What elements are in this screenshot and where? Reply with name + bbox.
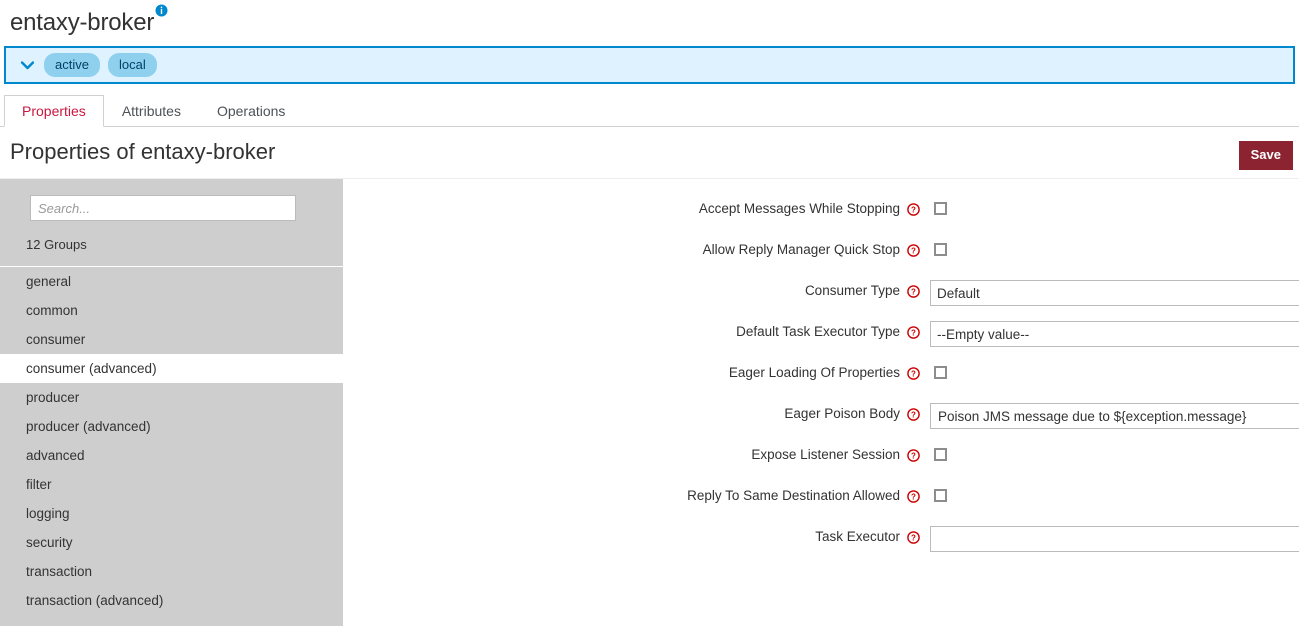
help-circle-icon[interactable]: ? [907, 203, 920, 216]
group-sidebar: 12 Groups general common consumer consum… [0, 179, 343, 626]
sidebar-item-consumer-advanced[interactable]: consumer (advanced) [0, 354, 343, 383]
sidebar-item-transaction[interactable]: transaction [0, 557, 343, 586]
sidebar-item-transaction-advanced[interactable]: transaction (advanced) [0, 586, 343, 615]
help-circle-icon[interactable]: ? [907, 244, 920, 257]
field-control [930, 441, 947, 461]
field-label: Default Task Executor Type [736, 324, 900, 340]
form-row: Eager Poison Body ? [343, 400, 1299, 430]
field-label-wrap: Default Task Executor Type ? [343, 318, 930, 340]
section-header: Properties of entaxy-broker Save [0, 127, 1299, 179]
form-row: Default Task Executor Type ? --Empty val… [343, 318, 1299, 348]
svg-text:?: ? [911, 205, 916, 214]
help-circle-icon[interactable]: ? [907, 326, 920, 339]
field-label-wrap: Reply To Same Destination Allowed ? [343, 482, 930, 504]
field-control [930, 195, 947, 215]
checkbox-reply-to-same-destination-allowed[interactable] [934, 489, 947, 502]
sidebar-item-advanced[interactable]: advanced [0, 441, 343, 470]
checkbox-accept-messages-while-stopping[interactable] [934, 202, 947, 215]
page-header: entaxy-broker [0, 0, 1299, 40]
field-label-wrap: Expose Listener Session ? [343, 441, 930, 463]
sidebar-item-logging[interactable]: logging [0, 499, 343, 528]
field-label: Eager Loading Of Properties [729, 365, 900, 381]
info-circle-icon[interactable] [155, 4, 168, 17]
field-control [930, 523, 1299, 552]
field-label-wrap: Allow Reply Manager Quick Stop ? [343, 236, 930, 258]
sidebar-item-general[interactable]: general [0, 267, 343, 296]
sidebar-item-producer-advanced[interactable]: producer (advanced) [0, 412, 343, 441]
sidebar-item-consumer[interactable]: consumer [0, 325, 343, 354]
svg-text:?: ? [911, 410, 916, 419]
field-label-wrap: Eager Poison Body ? [343, 400, 930, 422]
svg-text:?: ? [911, 287, 916, 296]
section-title: Properties of entaxy-broker [10, 139, 275, 165]
checkbox-allow-reply-manager-quick-stop[interactable] [934, 243, 947, 256]
sidebar-search-area [0, 179, 343, 221]
form-row: Accept Messages While Stopping ? [343, 195, 1299, 225]
svg-text:?: ? [911, 246, 916, 255]
select-default-task-executor-type[interactable]: --Empty value-- [930, 321, 1299, 347]
chevron-down-icon[interactable] [20, 58, 34, 72]
page-title: entaxy-broker [10, 10, 154, 36]
sidebar-item-producer[interactable]: producer [0, 383, 343, 412]
field-control: --Empty value-- [930, 318, 1299, 347]
checkbox-eager-loading-of-properties[interactable] [934, 366, 947, 379]
svg-text:?: ? [911, 451, 916, 460]
help-circle-icon[interactable]: ? [907, 285, 920, 298]
field-control [930, 400, 1299, 429]
sidebar-item-security[interactable]: security [0, 528, 343, 557]
field-label-wrap: Accept Messages While Stopping ? [343, 195, 930, 217]
save-button[interactable]: Save [1239, 141, 1293, 170]
svg-text:?: ? [911, 369, 916, 378]
tab-attributes[interactable]: Attributes [104, 95, 199, 127]
input-task-executor[interactable] [930, 526, 1299, 552]
help-circle-icon[interactable]: ? [907, 449, 920, 462]
field-label: Reply To Same Destination Allowed [687, 488, 900, 504]
sidebar-item-filter[interactable]: filter [0, 470, 343, 499]
help-circle-icon[interactable]: ? [907, 408, 920, 421]
select-consumer-type[interactable]: Default [930, 280, 1299, 306]
status-alert: active local [4, 46, 1295, 84]
form-row: Reply To Same Destination Allowed ? [343, 482, 1299, 512]
form-row: Eager Loading Of Properties ? [343, 359, 1299, 389]
form-row: Allow Reply Manager Quick Stop ? [343, 236, 1299, 266]
tab-bar: Properties Attributes Operations [0, 94, 1299, 127]
field-label: Eager Poison Body [784, 406, 900, 422]
field-label-wrap: Consumer Type ? [343, 277, 930, 299]
form-row: Expose Listener Session ? [343, 441, 1299, 471]
input-eager-poison-body[interactable] [930, 403, 1299, 429]
field-label: Task Executor [815, 529, 900, 545]
help-circle-icon[interactable]: ? [907, 367, 920, 380]
search-input[interactable] [30, 195, 296, 221]
field-label: Expose Listener Session [751, 447, 900, 463]
sidebar-item-common[interactable]: common [0, 296, 343, 325]
field-label-wrap: Task Executor ? [343, 523, 930, 545]
group-list: general common consumer consumer (advanc… [0, 266, 343, 615]
checkbox-expose-listener-session[interactable] [934, 448, 947, 461]
tab-properties[interactable]: Properties [4, 95, 104, 127]
field-control: Default [930, 277, 1299, 306]
form-row: Consumer Type ? Default [343, 277, 1299, 307]
form-row: Task Executor ? [343, 523, 1299, 553]
help-circle-icon[interactable]: ? [907, 490, 920, 503]
svg-text:?: ? [911, 328, 916, 337]
status-badge-local[interactable]: local [108, 53, 157, 77]
field-label: Allow Reply Manager Quick Stop [703, 242, 900, 258]
field-label: Accept Messages While Stopping [699, 201, 900, 217]
svg-text:?: ? [911, 492, 916, 501]
help-circle-icon[interactable]: ? [907, 531, 920, 544]
properties-form: Accept Messages While Stopping ? Allow R… [343, 179, 1299, 626]
field-label-wrap: Eager Loading Of Properties ? [343, 359, 930, 381]
tab-operations[interactable]: Operations [199, 95, 303, 127]
field-label: Consumer Type [805, 283, 900, 299]
svg-text:?: ? [911, 533, 916, 542]
group-count-label: 12 Groups [0, 221, 343, 266]
field-control [930, 482, 947, 502]
field-control [930, 236, 947, 256]
status-badge-active[interactable]: active [44, 53, 100, 77]
field-control [930, 359, 947, 379]
content-body: 12 Groups general common consumer consum… [0, 179, 1299, 626]
